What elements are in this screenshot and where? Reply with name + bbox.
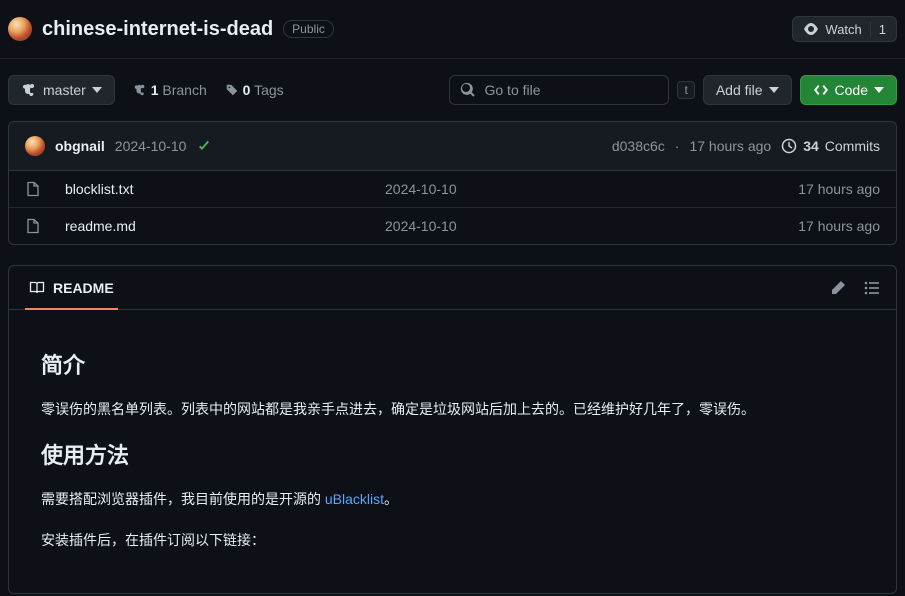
search-icon (460, 82, 476, 98)
readme-paragraph: 零误伤的黑名单列表。列表中的网站都是我亲手点进去，确定是垃圾网站后加上去的。已经… (41, 398, 864, 420)
file-name[interactable]: readme.md (65, 218, 385, 234)
repo-name[interactable]: chinese-internet-is-dead (42, 18, 273, 41)
commit-time[interactable]: 17 hours ago (689, 138, 771, 154)
list-icon (864, 280, 880, 296)
book-icon (29, 280, 45, 296)
readme-body: 简介 零误伤的黑名单列表。列表中的网站都是我亲手点进去，确定是垃圾网站后加上去的… (9, 310, 896, 593)
history-icon (781, 138, 797, 154)
readme-paragraph: 需要搭配浏览器插件，我目前使用的是开源的 uBlacklist。 (41, 488, 864, 510)
branch-label: Branch (162, 82, 206, 98)
file-row[interactable]: blocklist.txt 2024-10-10 17 hours ago (9, 171, 896, 208)
branch-count: 1 (151, 82, 159, 98)
readme-heading-intro: 简介 (41, 348, 864, 380)
outline-button[interactable] (864, 280, 880, 296)
ublacklist-link[interactable]: uBlacklist (325, 491, 384, 507)
tag-count: 0 (243, 82, 251, 98)
watch-count: 1 (870, 22, 886, 37)
commit-author-avatar[interactable] (25, 136, 45, 156)
readme-actions (830, 280, 880, 296)
pencil-icon (830, 280, 846, 296)
repo-header-left: chinese-internet-is-dead Public (8, 17, 334, 41)
repo-header: chinese-internet-is-dead Public Watch 1 (0, 0, 905, 59)
file-row[interactable]: readme.md 2024-10-10 17 hours ago (9, 208, 896, 244)
readme-paragraph: 安装插件后，在插件订阅以下链接： (41, 529, 864, 551)
watch-button[interactable]: Watch 1 (792, 16, 897, 42)
search-hotkey: t (677, 81, 694, 99)
tags-link[interactable]: 0 Tags (225, 82, 284, 98)
file-time: 17 hours ago (798, 181, 880, 197)
readme-tab[interactable]: README (25, 276, 118, 310)
readme-tab-label: README (53, 280, 114, 296)
readme-text: 。 (384, 491, 398, 507)
latest-commit-bar: obgnail 2024-10-10 d038c6c · 17 hours ag… (9, 122, 896, 171)
file-time: 17 hours ago (798, 218, 880, 234)
branch-switch-button[interactable]: master (8, 75, 115, 105)
branch-icon (133, 83, 147, 97)
branch-icon (21, 82, 37, 98)
tag-label: Tags (254, 82, 284, 98)
branches-link[interactable]: 1 Branch (133, 82, 207, 98)
watch-label: Watch (825, 22, 861, 37)
caret-down-icon (874, 87, 884, 93)
branch-info: 1 Branch 0 Tags (133, 82, 284, 98)
go-to-file-input[interactable]: Go to file (449, 75, 669, 105)
file-name[interactable]: blocklist.txt (65, 181, 385, 197)
eye-icon (803, 21, 819, 37)
readme-heading-usage: 使用方法 (41, 438, 864, 470)
code-button[interactable]: Code (800, 75, 897, 105)
commit-message[interactable]: 2024-10-10 (115, 138, 187, 154)
edit-readme-button[interactable] (830, 280, 846, 296)
search-placeholder: Go to file (484, 82, 658, 98)
owner-avatar[interactable] (8, 17, 32, 41)
visibility-badge: Public (283, 20, 334, 38)
add-file-button[interactable]: Add file (703, 75, 792, 105)
code-icon (813, 82, 829, 98)
commit-author[interactable]: obgnail (55, 138, 105, 154)
readme-panel: README 简介 零误伤的黑名单列表。列表中的网站都是我亲手点进去，确定是垃圾… (8, 265, 897, 594)
file-icon (25, 181, 65, 197)
commits-link[interactable]: 34 Commits (781, 138, 880, 154)
branch-name: master (43, 82, 86, 98)
readme-text: 需要搭配浏览器插件，我目前使用的是开源的 (41, 491, 325, 507)
file-commit-message[interactable]: 2024-10-10 (385, 218, 798, 234)
caret-down-icon (769, 87, 779, 93)
repo-toolbar: master 1 Branch 0 Tags Go to file t Add … (0, 59, 905, 121)
file-list: obgnail 2024-10-10 d038c6c · 17 hours ag… (8, 121, 897, 245)
commit-sha[interactable]: d038c6c (612, 138, 665, 154)
commits-count: 34 (803, 138, 819, 154)
ci-status-check-icon[interactable] (196, 138, 212, 154)
code-label: Code (835, 82, 868, 98)
file-commit-message[interactable]: 2024-10-10 (385, 181, 798, 197)
file-icon (25, 218, 65, 234)
add-file-label: Add file (716, 82, 763, 98)
commits-label: Commits (825, 138, 880, 154)
readme-header: README (9, 266, 896, 310)
tag-icon (225, 83, 239, 97)
caret-down-icon (92, 87, 102, 93)
commit-separator: · (675, 138, 680, 154)
